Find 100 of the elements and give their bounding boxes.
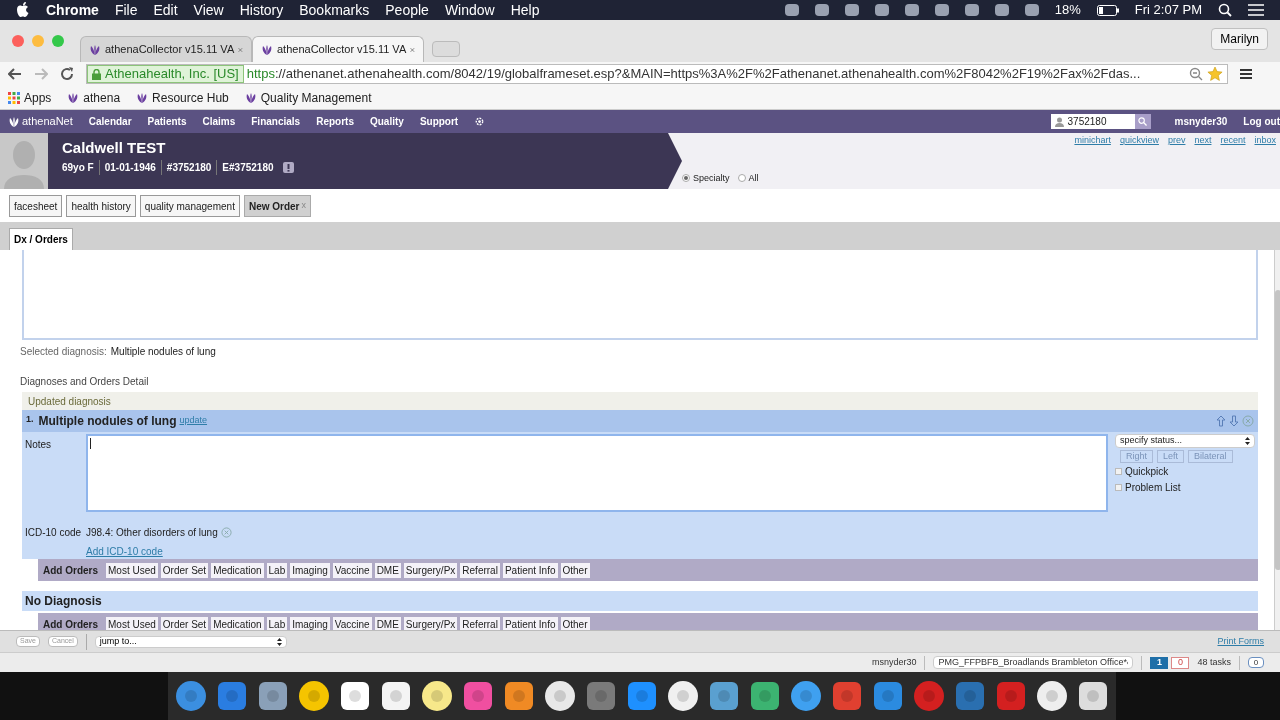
message-badge[interactable]: 0 (1248, 657, 1264, 668)
close-icon[interactable] (410, 45, 415, 54)
menu-extra-icon[interactable] (994, 4, 1009, 16)
order-button[interactable]: DME (374, 562, 401, 578)
app-icon[interactable] (1076, 679, 1110, 713)
app-icon[interactable] (297, 679, 331, 713)
nav-item[interactable]: Reports (316, 114, 354, 129)
menu-extra-icon[interactable] (844, 4, 859, 16)
page-tab[interactable]: New Order x (243, 195, 311, 217)
order-button[interactable]: Medication (211, 616, 264, 630)
nav-item[interactable]: Financials (251, 114, 301, 129)
app-icon[interactable] (338, 679, 372, 713)
sub-tab[interactable]: Dx / Orders (9, 228, 73, 250)
browser-tab[interactable]: athenaCollector v15.11 VA (252, 36, 424, 62)
checkbox[interactable] (1115, 484, 1122, 491)
order-button[interactable]: Surgery/Px (403, 616, 458, 630)
order-button[interactable]: Most Used (106, 562, 158, 578)
menu-extra-icon[interactable] (874, 4, 889, 16)
menu-item[interactable]: History (239, 0, 284, 21)
reload-icon[interactable] (60, 67, 74, 81)
menu-extra-icon[interactable] (814, 4, 829, 16)
order-button[interactable]: Vaccine (332, 616, 372, 630)
count-badge[interactable]: 0 (1171, 656, 1190, 669)
list-icon[interactable] (1248, 4, 1264, 16)
menu-item[interactable]: Window (444, 0, 495, 21)
order-button[interactable]: Most Used (106, 616, 158, 630)
menu-item[interactable]: People (385, 0, 429, 21)
radio-button[interactable] (737, 174, 746, 183)
menu-item[interactable]: Edit (153, 0, 178, 21)
header-link[interactable]: quickview (1119, 134, 1159, 148)
page-tab[interactable]: quality management (139, 195, 240, 217)
nav-item[interactable]: Calendar (88, 114, 132, 129)
profile-button[interactable]: Marilyn (1211, 28, 1268, 50)
page-tab[interactable]: facesheet (9, 195, 63, 217)
app-icon[interactable] (1035, 679, 1069, 713)
order-button[interactable]: Patient Info (502, 562, 558, 578)
app-icon[interactable] (666, 679, 700, 713)
jump-select[interactable]: jump to... (94, 635, 287, 648)
app-menu[interactable]: Chrome (46, 0, 99, 21)
bookmark[interactable]: Resource Hub (136, 88, 229, 107)
zoom-icon[interactable] (1189, 67, 1203, 81)
order-button[interactable]: Order Set (160, 616, 209, 630)
order-button[interactable]: Imaging (290, 616, 330, 630)
order-button[interactable]: Other (560, 562, 590, 578)
menu-extra-icon[interactable] (784, 4, 799, 16)
star-icon[interactable] (1207, 66, 1223, 82)
radio-button[interactable] (682, 174, 690, 183)
patient-search-field[interactable]: 3752180 (1050, 114, 1135, 129)
tasks-count[interactable]: 48 tasks (1197, 655, 1231, 670)
nav-item[interactable]: Patients (147, 114, 187, 129)
browser-tab[interactable]: athenaCollector v15.11 VA (80, 36, 252, 62)
header-link[interactable]: recent (1220, 134, 1246, 148)
alert-icon[interactable] (282, 161, 294, 173)
bookmark[interactable]: athena (67, 88, 121, 107)
nav-item[interactable]: Support (419, 114, 459, 129)
menu-item[interactable]: Help (510, 0, 540, 21)
athenanet-logo[interactable]: athenaNet (8, 113, 73, 130)
bookmark[interactable]: Apps (8, 88, 52, 107)
order-button[interactable]: Referral (460, 616, 500, 630)
order-button[interactable]: DME (374, 616, 401, 630)
back-arrow-icon[interactable] (8, 68, 22, 80)
menu-extra-icon[interactable] (934, 4, 949, 16)
app-icon[interactable] (379, 679, 413, 713)
menu-item[interactable]: View (193, 0, 224, 21)
address-field[interactable]: Athenahealth, Inc. [US] https://athenanet.athenahealth.com/8042/19/globalframeset.esp?&MAIN=https%3A%2F%2Fathenanet.athenahealth.com%2F8042%2F19%2Fax%2Fdas... (86, 64, 1228, 84)
print-forms-link[interactable]: Print Forms (1217, 634, 1264, 649)
menu-icon[interactable] (1240, 68, 1252, 80)
settings-icon[interactable] (474, 116, 486, 127)
page-tab[interactable]: health history (66, 195, 136, 217)
menu-extra-icon[interactable] (904, 4, 919, 16)
app-icon[interactable] (543, 679, 577, 713)
order-button[interactable]: Imaging (290, 562, 330, 578)
header-link[interactable]: next (1194, 134, 1212, 148)
count-badge[interactable]: 1 (1150, 656, 1169, 669)
order-button[interactable]: Other (560, 616, 590, 630)
order-button[interactable]: Surgery/Px (403, 562, 458, 578)
app-icon[interactable] (420, 679, 454, 713)
order-button[interactable]: Patient Info (502, 616, 558, 630)
nav-item[interactable]: Claims (202, 114, 236, 129)
checkbox[interactable] (1115, 468, 1122, 475)
menu-extra-icon[interactable] (1024, 4, 1039, 16)
search-icon[interactable] (1218, 3, 1232, 17)
order-button[interactable]: Order Set (160, 562, 209, 578)
header-link[interactable]: minichart (1074, 134, 1111, 148)
menu-item[interactable]: Bookmarks (299, 0, 370, 21)
status-select[interactable]: specify status... (1115, 434, 1255, 448)
header-link[interactable]: prev (1167, 134, 1186, 148)
order-button[interactable]: Lab (266, 562, 288, 578)
nav-item[interactable]: Quality (369, 114, 404, 129)
order-button[interactable]: Referral (460, 562, 500, 578)
order-button[interactable]: Medication (211, 562, 264, 578)
menu-extra-icon[interactable] (964, 4, 979, 16)
order-button[interactable]: Vaccine (332, 562, 372, 578)
order-button[interactable]: Lab (266, 616, 288, 630)
header-link[interactable]: inbox (1254, 134, 1276, 148)
app-icon[interactable] (502, 679, 536, 713)
bookmark[interactable]: Quality Management (244, 88, 372, 107)
menu-item[interactable]: File (114, 0, 138, 21)
office-select[interactable]: PMG_FFPBFB_Broadlands Brambleton Office* (933, 656, 1134, 669)
logout-link[interactable]: Log out (1243, 114, 1280, 129)
